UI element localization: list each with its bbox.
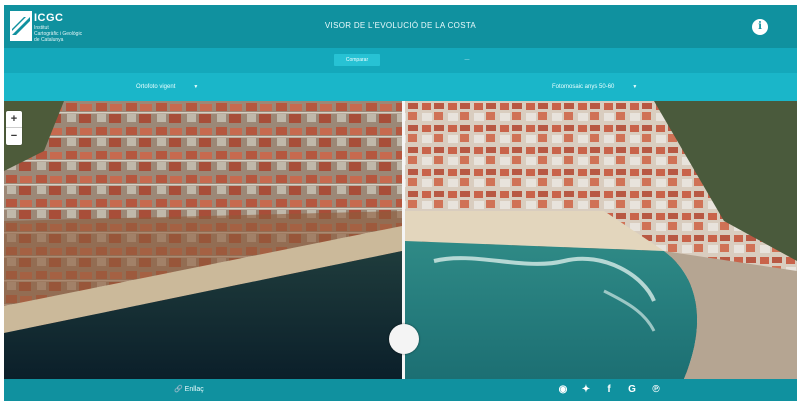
share-link[interactable]: 🔗 Enllaç [174, 385, 204, 395]
google-icon[interactable]: G [625, 383, 639, 397]
globe-icon[interactable]: ◉ [556, 383, 570, 397]
footer: 🔗 Enllaç ◉ ✦ f G ℗ [4, 379, 797, 401]
link-icon: 🔗 [174, 386, 183, 393]
swipe-handle[interactable] [389, 324, 419, 354]
chevron-down-icon: ▼ [193, 84, 199, 90]
tab-compare[interactable]: Comparar [334, 54, 380, 66]
page-title: VISOR DE L'EVOLUCIÓ DE LA COSTA [324, 21, 477, 30]
mode-tabs: Comparar — [4, 48, 797, 73]
zoom-in-button[interactable]: + [6, 111, 22, 128]
app-window: ICGC Institut Cartogràfic i Geològic de … [4, 5, 797, 401]
zoom-out-button[interactable]: − [6, 128, 22, 145]
right-layer-value: Fotomosaic anys 50-60 [552, 84, 615, 90]
header: ICGC Institut Cartogràfic i Geològic de … [4, 5, 797, 48]
logo-subtitle-3: de Catalunya [34, 37, 64, 43]
tab-secondary[interactable]: — [444, 54, 490, 66]
facebook-icon[interactable]: f [602, 383, 616, 397]
pinterest-icon[interactable]: ℗ [649, 383, 663, 397]
info-icon: i [758, 21, 762, 32]
right-layer-select[interactable]: Fotomosaic anys 50-60 ▼ [552, 81, 692, 93]
share-label: Enllaç [184, 386, 204, 393]
twitter-icon[interactable]: ✦ [579, 383, 593, 397]
chevron-down-icon: ▼ [632, 84, 638, 90]
left-layer-select[interactable]: Ortofoto vigent ▼ [136, 81, 276, 93]
info-button[interactable]: i [752, 19, 768, 35]
layer-selector-bar: Ortofoto vigent ▼ Fotomosaic anys 50-60 ▼ [4, 73, 797, 101]
zoom-control: + − [6, 111, 22, 145]
left-layer-value: Ortofoto vigent [136, 84, 176, 90]
